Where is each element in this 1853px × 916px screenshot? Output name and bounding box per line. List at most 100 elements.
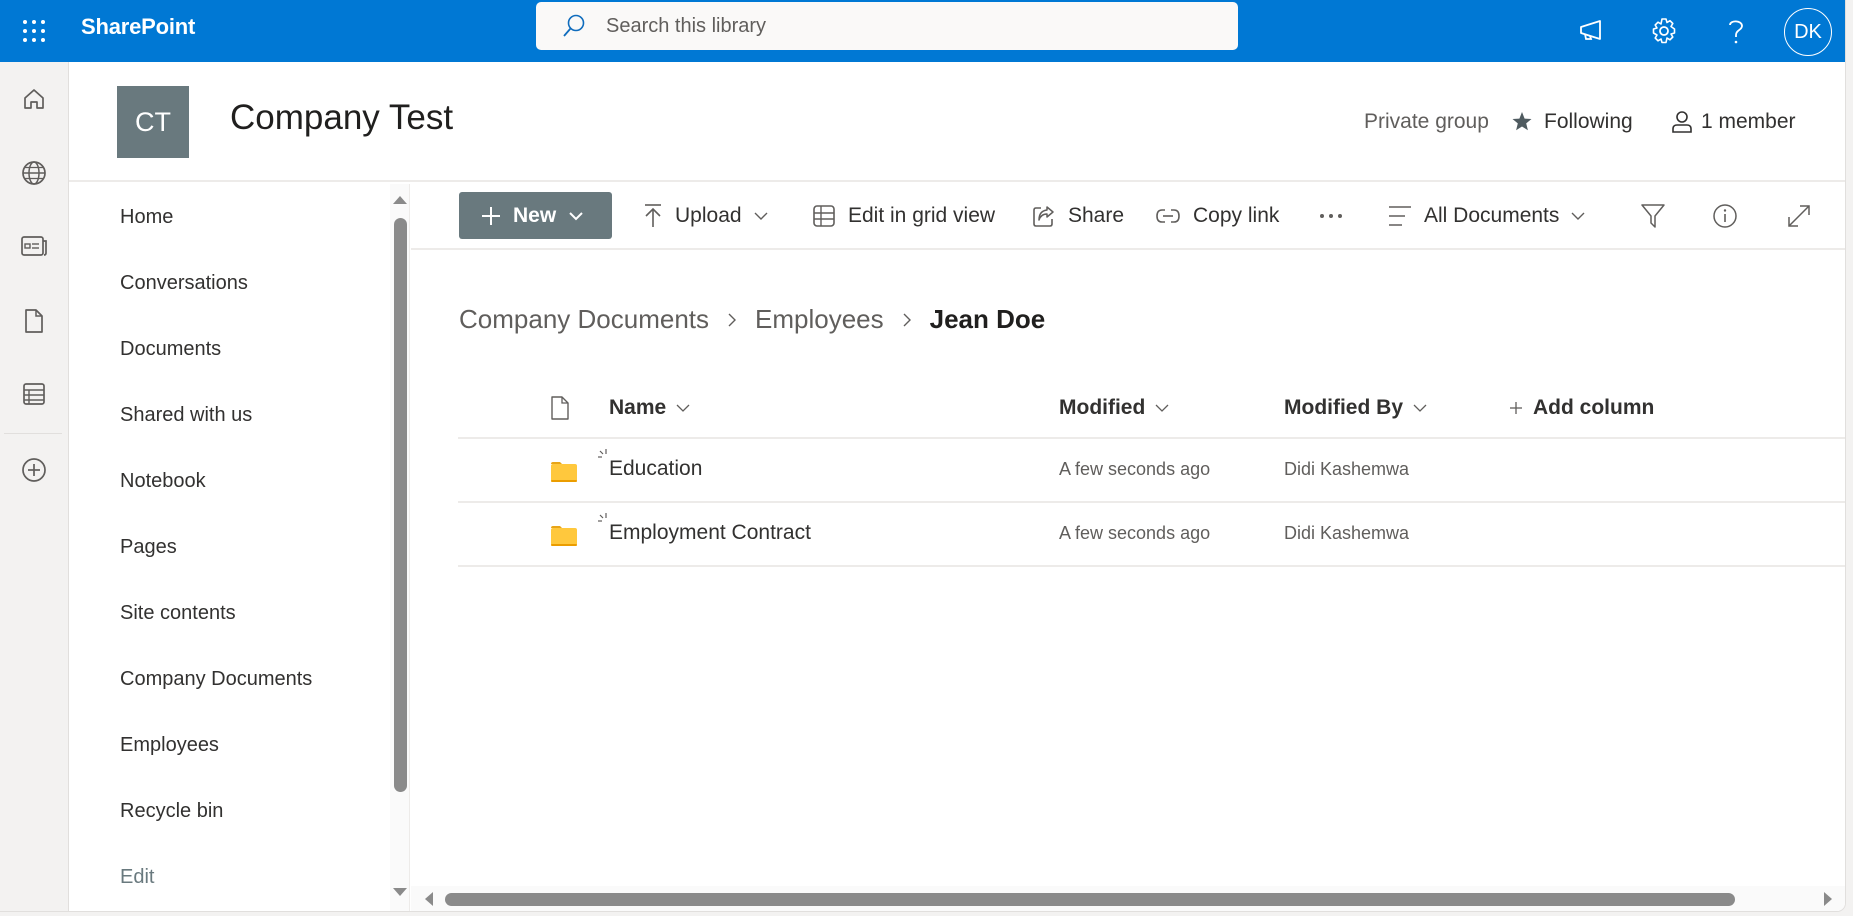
gear-icon[interactable]	[1645, 12, 1683, 50]
nav-vertical-scrollbar[interactable]	[390, 184, 409, 911]
item-name-link[interactable]: Education	[609, 457, 702, 481]
search-box[interactable]	[536, 2, 1238, 50]
folder-icon[interactable]	[550, 525, 578, 547]
members-button[interactable]: 1 member	[1671, 110, 1796, 134]
item-name-link[interactable]: Employment Contract	[609, 521, 811, 545]
new-button[interactable]: New	[459, 192, 612, 239]
modified-by-column-header[interactable]: Modified By	[1284, 377, 1427, 439]
modified-column-label: Modified	[1059, 396, 1146, 419]
filter-button[interactable]	[1635, 198, 1671, 234]
expand-button[interactable]	[1781, 198, 1817, 234]
home-icon[interactable]	[17, 82, 51, 116]
view-selector-label: All Documents	[1424, 204, 1560, 227]
megaphone-icon[interactable]	[1573, 12, 1611, 50]
chevron-down-icon	[1155, 404, 1169, 412]
site-navigation: Home Conversations Documents Shared with…	[69, 184, 410, 911]
privacy-label: Private group	[1364, 110, 1489, 133]
info-button[interactable]	[1707, 198, 1743, 234]
modified-by-column-label: Modified By	[1284, 396, 1403, 419]
nav-scroll-thumb[interactable]	[394, 218, 407, 792]
nav-item-notebook[interactable]: Notebook	[120, 470, 206, 493]
horizontal-scroll-thumb[interactable]	[445, 893, 1735, 906]
more-options-button[interactable]	[1313, 198, 1349, 234]
list-row[interactable]: Employment Contract A few seconds ago Di…	[458, 503, 1845, 567]
nav-item-employees[interactable]: Employees	[120, 734, 219, 757]
nav-item-home[interactable]: Home	[120, 206, 173, 229]
scroll-left-arrow-icon[interactable]	[425, 892, 433, 906]
site-title[interactable]: Company Test	[230, 98, 453, 138]
chevron-down-icon	[1571, 212, 1585, 220]
nav-item-recycle-bin[interactable]: Recycle bin	[120, 800, 223, 823]
filter-icon	[1641, 204, 1665, 228]
list-icon[interactable]	[17, 377, 51, 411]
item-modified-by[interactable]: Didi Kashemwa	[1284, 523, 1409, 544]
upload-label: Upload	[675, 204, 742, 227]
nav-item-shared-with-us[interactable]: Shared with us	[120, 404, 252, 427]
following-button[interactable]: Following	[1510, 110, 1633, 134]
name-column-label: Name	[609, 396, 667, 419]
share-button[interactable]: Share	[1032, 184, 1124, 248]
app-name[interactable]: SharePoint	[81, 14, 195, 40]
name-column-header[interactable]: Name	[609, 377, 690, 439]
copy-link-button[interactable]: Copy link	[1155, 184, 1279, 248]
view-selector[interactable]: All Documents	[1388, 184, 1585, 248]
view-options-icon	[1389, 206, 1411, 226]
user-avatar[interactable]: DK	[1784, 8, 1832, 56]
search-icon	[563, 14, 585, 37]
folder-icon[interactable]	[550, 461, 578, 483]
link-icon	[1156, 209, 1180, 223]
nav-item-conversations[interactable]: Conversations	[120, 272, 248, 295]
news-icon[interactable]	[17, 229, 51, 263]
plus-icon	[1510, 402, 1522, 414]
upload-button[interactable]: Upload	[643, 184, 768, 248]
file-icon[interactable]	[17, 304, 51, 338]
rail-divider	[4, 433, 62, 434]
item-modified: A few seconds ago	[1059, 523, 1211, 543]
command-bar: New Upload Edit in grid view Share Copy …	[411, 184, 1845, 250]
sharepoint-app: SharePoint DK	[0, 0, 1845, 911]
members-label: 1 member	[1701, 110, 1796, 133]
item-modified: A few seconds ago	[1059, 459, 1211, 479]
share-label: Share	[1068, 204, 1125, 227]
breadcrumb-item-employees[interactable]: Employees	[755, 304, 884, 335]
chevron-down-icon	[676, 404, 690, 412]
add-column-button[interactable]: Add column	[1509, 377, 1654, 439]
scroll-down-arrow-icon[interactable]	[393, 888, 407, 896]
nav-item-company-documents[interactable]: Company Documents	[120, 668, 312, 691]
globe-icon[interactable]	[17, 156, 51, 190]
following-label: Following	[1544, 110, 1633, 133]
item-modified-by[interactable]: Didi Kashemwa	[1284, 459, 1409, 480]
horizontal-scrollbar[interactable]	[411, 886, 1845, 911]
copy-link-label: Copy link	[1193, 204, 1280, 227]
chevron-down-icon	[754, 212, 768, 220]
file-type-column-header[interactable]	[550, 377, 570, 439]
help-icon[interactable]	[1717, 12, 1755, 50]
add-icon[interactable]	[17, 453, 51, 487]
new-item-indicator-icon	[598, 449, 607, 458]
modified-column-header[interactable]: Modified	[1059, 377, 1169, 439]
nav-item-documents[interactable]: Documents	[120, 338, 221, 361]
list-header: Name Modified Modified By Add column	[458, 377, 1845, 439]
person-icon	[1672, 111, 1692, 133]
grid-icon	[813, 205, 835, 227]
site-logo[interactable]: CT	[117, 86, 189, 158]
nav-item-site-contents[interactable]: Site contents	[120, 602, 236, 625]
app-launcher-icon[interactable]	[18, 14, 48, 44]
new-label: New	[513, 203, 557, 227]
edit-grid-view-button[interactable]: Edit in grid view	[812, 184, 995, 248]
upload-icon	[645, 204, 661, 227]
nav-item-pages[interactable]: Pages	[120, 536, 177, 559]
list-row[interactable]: Education A few seconds ago Didi Kashemw…	[458, 439, 1845, 503]
plus-icon	[482, 206, 500, 225]
breadcrumb-current: Jean Doe	[929, 304, 1046, 334]
scroll-up-arrow-icon[interactable]	[393, 196, 407, 204]
site-header: CT Company Test Private group Following …	[69, 62, 1845, 182]
chevron-down-icon	[569, 211, 583, 220]
add-column-label: Add column	[1533, 396, 1655, 419]
scroll-right-arrow-icon[interactable]	[1824, 892, 1832, 906]
breadcrumb-item-company-documents[interactable]: Company Documents	[459, 304, 709, 335]
chevron-down-icon	[1413, 404, 1427, 412]
search-input[interactable]	[606, 14, 1166, 38]
nav-edit-link[interactable]: Edit	[120, 866, 154, 889]
info-icon	[1713, 204, 1737, 228]
